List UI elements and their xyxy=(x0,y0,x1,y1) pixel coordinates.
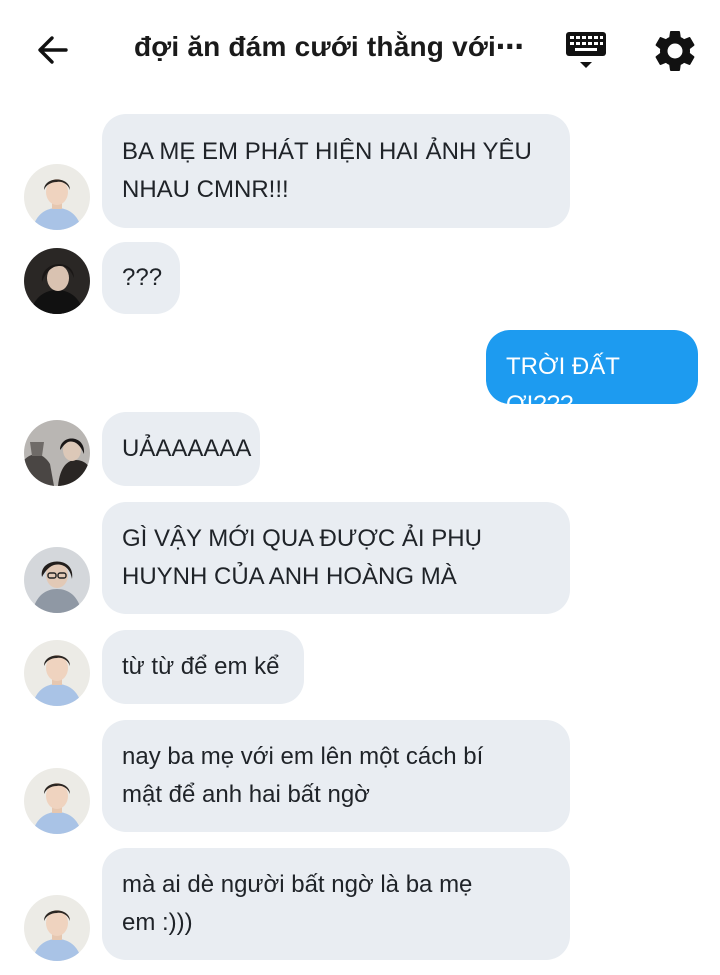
avatar[interactable] xyxy=(24,547,90,613)
message-bubble[interactable]: BA MẸ EM PHÁT HIỆN HAI ẢNH YÊU NHAU CMNR… xyxy=(102,114,570,228)
message-bubble[interactable]: GÌ VẬY MỚI QUA ĐƯỢC ẢI PHỤ HUYNH CỦA ANH… xyxy=(102,502,570,614)
avatar[interactable] xyxy=(24,768,90,834)
message-bubble[interactable]: từ từ để em kể xyxy=(102,630,304,704)
avatar[interactable] xyxy=(24,164,90,230)
chat-header: đợi ăn đám cưới thằng với⋯ xyxy=(0,0,720,100)
avatar[interactable] xyxy=(24,895,90,961)
avatar[interactable] xyxy=(24,420,90,486)
keyboard-button[interactable] xyxy=(560,26,612,74)
back-button[interactable] xyxy=(30,28,76,74)
message-bubble[interactable]: mà ai dè người bất ngờ là ba mẹ em :))) xyxy=(102,848,570,960)
message-bubble-outgoing[interactable]: TRỜI ĐẤT ƠI??? xyxy=(486,330,698,418)
avatar[interactable] xyxy=(24,640,90,706)
message-bubble[interactable]: UẢAAAAAA xyxy=(102,412,260,486)
message-bubble[interactable]: nay ba mẹ với em lên một cách bí mật để … xyxy=(102,720,570,832)
avatar[interactable] xyxy=(24,248,90,314)
keyboard-icon xyxy=(566,32,606,68)
settings-button[interactable] xyxy=(650,26,700,76)
conversation-title[interactable]: đợi ăn đám cưới thằng với⋯ xyxy=(134,30,524,63)
gear-icon xyxy=(655,30,695,71)
message-bubble[interactable]: ??? xyxy=(102,242,180,314)
arrow-left-icon xyxy=(38,36,68,64)
